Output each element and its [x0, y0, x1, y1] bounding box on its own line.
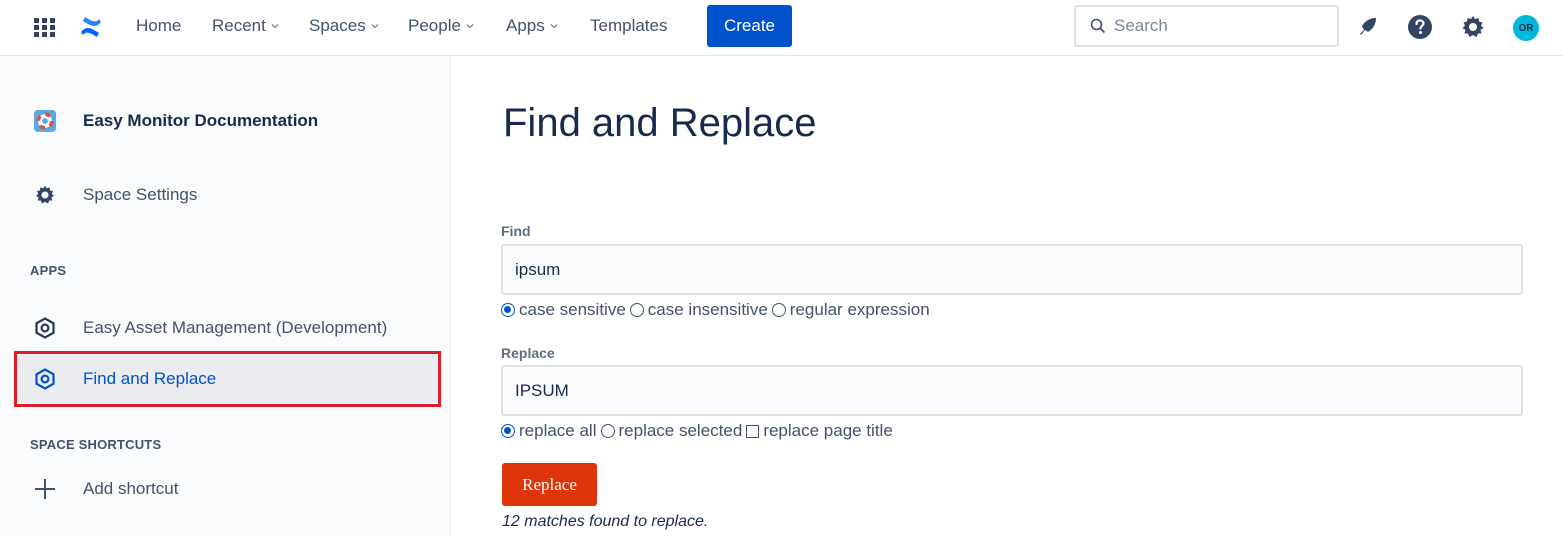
app-switcher-icon[interactable] [34, 18, 56, 38]
option-label: replace page title [763, 421, 893, 440]
sidebar-item-add-shortcut[interactable]: Add shortcut [14, 465, 440, 513]
nav-templates-link[interactable]: Templates [590, 16, 667, 36]
nav-templates-label: Templates [590, 16, 668, 35]
nav-home-link[interactable]: Home [136, 16, 181, 36]
gear-icon [34, 184, 56, 206]
replace-page-title-checkbox[interactable] [746, 424, 760, 438]
chevron-down-icon [271, 24, 279, 29]
plus-icon [34, 478, 56, 500]
replace-options: replace all replace selected replace pag… [501, 421, 897, 441]
replace-all-option[interactable]: replace all [501, 421, 597, 441]
find-label: Find [501, 223, 531, 239]
main-content: Find and Replace Find case sensitive cas… [452, 57, 1563, 536]
find-options: case sensitive case insensitive regular … [501, 300, 934, 320]
sidebar-space-home[interactable]: Easy Monitor Documentation [14, 97, 440, 145]
search-input[interactable] [1114, 16, 1314, 36]
search-box[interactable] [1074, 5, 1339, 47]
option-label: case insensitive [647, 300, 768, 319]
sidebar-item-label: Easy Asset Management (Development) [83, 318, 388, 337]
replace-input[interactable] [501, 365, 1523, 416]
settings-icon[interactable] [1460, 14, 1486, 40]
top-navigation: Home Recent Spaces People Apps Templates… [0, 0, 1563, 56]
nav-people-label: People [408, 16, 461, 35]
nav-spaces-dropdown[interactable]: Spaces [309, 16, 379, 36]
apps-heading: APPS [30, 263, 67, 278]
replace-page-title-option[interactable]: replace page title [746, 421, 893, 441]
replace-label: Replace [501, 345, 555, 361]
nav-recent-dropdown[interactable]: Recent [212, 16, 279, 36]
chevron-down-icon [371, 24, 379, 29]
case-insensitive-radio[interactable] [629, 303, 644, 317]
case-insensitive-option[interactable]: case insensitive [629, 300, 768, 320]
sidebar: Easy Monitor Documentation Space Setting… [0, 57, 451, 536]
highlight-annotation-box [14, 351, 441, 407]
replace-all-radio[interactable] [501, 424, 515, 438]
option-label: replace all [519, 421, 597, 440]
chevron-down-icon [550, 24, 558, 29]
nav-apps-label: Apps [506, 16, 545, 35]
find-input[interactable] [501, 244, 1523, 295]
sidebar-item-space-settings[interactable]: Space Settings [14, 171, 440, 219]
space-avatar-icon [34, 110, 56, 132]
help-icon[interactable] [1407, 14, 1433, 40]
nav-recent-label: Recent [212, 16, 266, 35]
chevron-down-icon [466, 24, 474, 29]
option-label: case sensitive [519, 300, 626, 319]
sidebar-item-label: Add shortcut [83, 479, 179, 498]
search-icon [1090, 18, 1106, 34]
page-title: Find and Replace [503, 101, 817, 145]
replace-selected-radio[interactable] [600, 424, 615, 438]
nav-apps-dropdown[interactable]: Apps [506, 16, 558, 36]
confluence-logo-icon[interactable] [79, 15, 103, 39]
create-button[interactable]: Create [707, 5, 792, 47]
replace-button[interactable]: Replace [502, 463, 597, 506]
nav-home-label: Home [136, 16, 182, 35]
option-label: replace selected [618, 421, 743, 440]
regular-expression-option[interactable]: regular expression [771, 300, 930, 320]
avatar[interactable]: OR [1513, 15, 1539, 41]
replace-selected-option[interactable]: replace selected [600, 421, 743, 441]
option-label: regular expression [789, 300, 930, 319]
case-sensitive-option[interactable]: case sensitive [501, 300, 626, 320]
space-name: Easy Monitor Documentation [83, 111, 319, 130]
case-sensitive-radio[interactable] [501, 303, 515, 317]
space-shortcuts-heading: SPACE SHORTCUTS [30, 437, 162, 452]
nav-people-dropdown[interactable]: People [408, 16, 474, 36]
notifications-icon[interactable] [1355, 14, 1381, 40]
match-count-message: 12 matches found to replace. [502, 513, 709, 530]
sidebar-item-easy-asset-management[interactable]: Easy Asset Management (Development) [14, 304, 440, 352]
app-hexagon-icon [34, 317, 56, 339]
nav-spaces-label: Spaces [309, 16, 366, 35]
sidebar-item-label: Space Settings [83, 185, 198, 204]
regular-expression-radio[interactable] [771, 303, 786, 317]
